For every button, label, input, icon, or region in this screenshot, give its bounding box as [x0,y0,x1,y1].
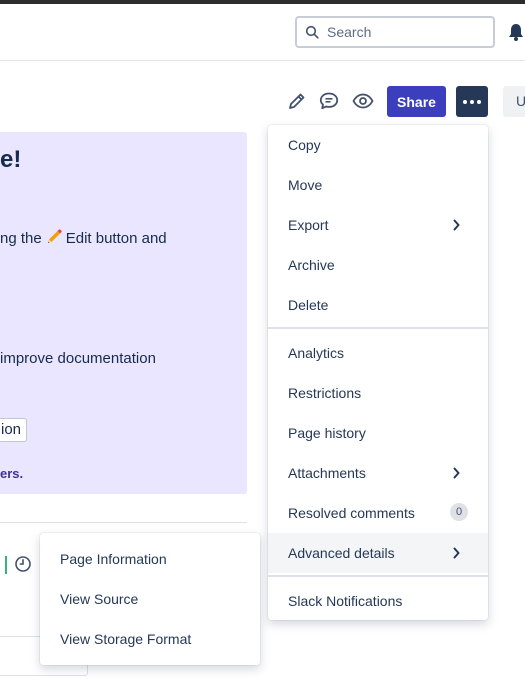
panel-action-chip[interactable]: ion [0,418,28,442]
app-root: Share U e! ng the Edit button and improv… [0,0,525,688]
header-divider [0,60,525,61]
status-indicator-bar [5,556,7,574]
bell-icon[interactable] [506,22,525,42]
chevron-right-icon [453,547,460,559]
menu-item-slack-notifications[interactable]: Slack Notifications [268,581,488,621]
menu-item-copy[interactable]: Copy [268,125,488,165]
submenu-item-page-information[interactable]: Page Information [40,539,260,579]
panel-text-line-2: improve documentation [0,350,156,367]
menu-item-advanced-details[interactable]: Advanced details [268,533,488,573]
submenu-item-view-storage-format[interactable]: View Storage Format [40,619,260,659]
share-button[interactable]: Share [387,86,446,117]
comment-icon[interactable] [318,90,340,112]
advanced-details-submenu: Page Information View Source View Storag… [40,533,260,665]
menu-item-attachments[interactable]: Attachments [268,453,488,493]
panel-title: e! [0,146,22,173]
menu-item-analytics[interactable]: Analytics [268,333,488,373]
resolved-count-badge: 0 [450,503,468,521]
content-divider [0,522,247,523]
chevron-right-icon [453,219,460,231]
menu-item-delete[interactable]: Delete [268,285,488,325]
menu-item-archive[interactable]: Archive [268,245,488,285]
clock-icon [15,556,31,572]
menu-item-move[interactable]: Move [268,165,488,205]
menu-item-resolved-comments[interactable]: Resolved comments 0 [268,493,488,533]
menu-item-page-history[interactable]: Page history [268,413,488,453]
chevron-right-icon [453,467,460,479]
user-button[interactable]: U [503,86,525,117]
menu-separator [268,575,488,577]
panel-link[interactable]: ers. [0,466,23,481]
pencil-emoji-icon [47,229,62,243]
more-dots-icon [463,100,467,104]
more-actions-button[interactable] [456,86,488,117]
menu-item-export[interactable]: Export [268,205,488,245]
info-panel [0,132,247,494]
search-icon [305,25,319,39]
more-actions-menu: Copy Move Export Archive Delete Analytic… [268,125,488,620]
watch-eye-icon[interactable] [352,90,374,112]
search-box[interactable] [295,16,495,48]
submenu-item-view-source[interactable]: View Source [40,579,260,619]
menu-item-restrictions[interactable]: Restrictions [268,373,488,413]
panel-text-line-1: ng the Edit button and [0,229,167,247]
search-input[interactable] [327,22,487,42]
menu-separator [268,327,488,329]
window-top-edge [0,0,525,4]
edit-pencil-icon[interactable] [286,90,308,112]
